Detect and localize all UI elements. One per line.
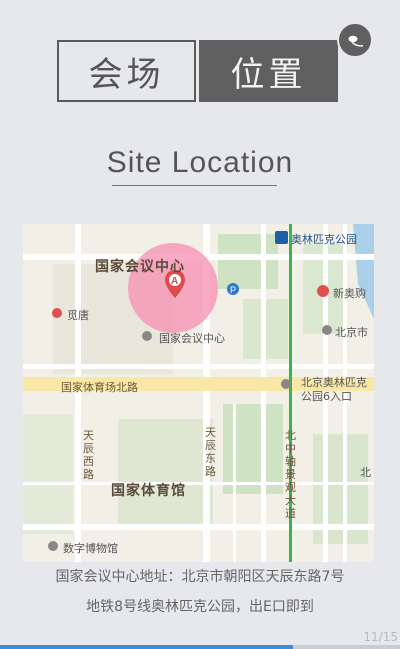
- tab-venue-label: 会场: [88, 54, 165, 95]
- menu-button[interactable]: [337, 22, 373, 58]
- progress-fill: [0, 645, 294, 649]
- tab-venue[interactable]: 会场: [57, 40, 196, 102]
- map-label-road-tianchen-east: 天辰东路: [205, 426, 216, 478]
- map-label-venue-small: 国家会议中心: [159, 332, 225, 345]
- map-label-xin-ao: 新奥购: [333, 287, 366, 300]
- map-label-exit: 北京奥林匹克公园6入口: [301, 376, 367, 403]
- map-label-edge: 北: [360, 466, 371, 479]
- map-label-beijing: 北京市: [335, 326, 368, 339]
- progress-bar: [0, 645, 400, 649]
- spoon-icon: [348, 35, 363, 47]
- map-label-road-tianchen-west: 天辰西路: [83, 429, 94, 481]
- map-label-olympic-station: 奥林匹克公园: [291, 233, 357, 246]
- svg-text:P: P: [230, 285, 236, 295]
- tab-location[interactable]: 位置: [199, 40, 338, 102]
- map-label-venue: 国家会议中心: [95, 259, 185, 275]
- subtitle: Site Location: [106, 146, 294, 179]
- address-line-1: 国家会议中心地址：北京市朝阳区天辰东路7号: [55, 569, 345, 585]
- tab-location-label: 位置: [230, 54, 307, 95]
- location-map[interactable]: P A 国家会议中心 国家会议中心 国家体育馆 奥林匹克公园 新奥购 北京市 觅…: [23, 224, 374, 562]
- svg-text:A: A: [171, 276, 178, 287]
- map-label-mideng: 觅唐: [67, 309, 89, 322]
- address-line-2: 地铁8号线奥林匹克公园，出E口即到: [86, 599, 314, 615]
- page-number: 11/15: [363, 630, 398, 644]
- subtitle-underline: [112, 185, 277, 186]
- map-label-stadium: 国家体育馆: [111, 483, 186, 499]
- map-label-road-tiyuchang: 国家体育场北路: [61, 381, 138, 394]
- map-label-museum: 数字博物馆: [63, 542, 118, 555]
- map-label-road-beizhou: 北中轴景观大道: [285, 429, 296, 520]
